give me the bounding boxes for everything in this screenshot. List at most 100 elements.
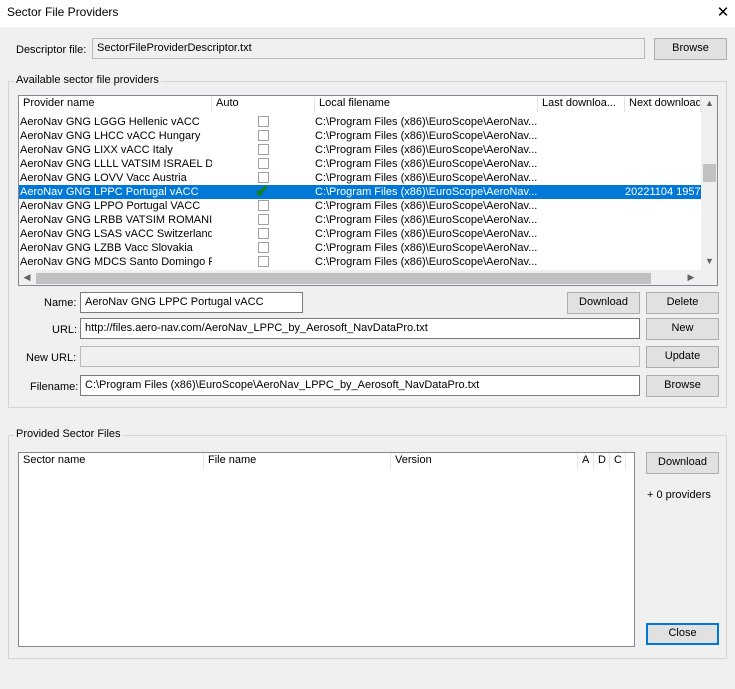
window-title: Sector File Providers [7, 5, 119, 19]
row-local-filename: C:\Program Files (x86)\EuroScope\AeroNav… [315, 130, 537, 142]
table-row[interactable]: AeroNav GNG LOVV Vacc Austria C:\Program … [19, 171, 701, 185]
row-next-download [625, 199, 701, 213]
auto-checkbox[interactable] [258, 130, 269, 141]
auto-checkbox[interactable] [258, 242, 269, 253]
scroll-down-icon[interactable]: ▼ [701, 256, 717, 266]
table-row[interactable]: AeroNav GNG LPPC Portugal vACC C:\Program… [19, 183, 701, 200]
row-last-download [539, 115, 624, 129]
close-icon[interactable]: ✕ [713, 3, 733, 23]
providers-rows: AeroNav GNG LGGG Hellenic vACC C:\Program… [19, 115, 701, 270]
row-next-download [625, 255, 701, 269]
row-provider-name: AeroNav GNG LGGG Hellenic vACC [20, 116, 200, 128]
descriptor-field: SectorFileProviderDescriptor.txt [92, 38, 645, 59]
row-next-download [625, 143, 701, 157]
row-last-download [539, 129, 624, 143]
auto-checkbox[interactable] [258, 116, 269, 127]
row-local-filename: C:\Program Files (x86)\EuroScope\AeroNav… [315, 172, 537, 184]
row-local-filename: C:\Program Files (x86)\EuroScope\AeroNav… [315, 256, 537, 268]
table-row[interactable]: AeroNav GNG LPPO Portugal VACC C:\Program… [19, 199, 701, 213]
auto-checkbox[interactable] [258, 158, 269, 169]
filename-browse-button[interactable]: Browse [646, 375, 719, 397]
column-next-download[interactable]: Next download [625, 96, 701, 112]
column-d[interactable]: D [594, 453, 610, 469]
table-row[interactable]: AeroNav GNG LZBB Vacc Slovakia C:\Program… [19, 241, 701, 255]
close-button[interactable]: Close [646, 623, 719, 645]
auto-checkbox[interactable] [258, 214, 269, 225]
row-provider-name: AeroNav GNG MDCS Santo Domingo FIR [20, 256, 212, 268]
column-version[interactable]: Version [391, 453, 578, 469]
auto-checkbox[interactable] [258, 228, 269, 239]
table-row[interactable]: AeroNav GNG LRBB VATSIM ROMANIA C:\Progra… [19, 213, 701, 227]
url-field[interactable]: http://files.aero-nav.com/AeroNav_LPPC_b… [80, 318, 640, 339]
row-local-filename: C:\Program Files (x86)\EuroScope\AeroNav… [315, 144, 537, 156]
name-label: Name: [44, 297, 77, 309]
row-last-download [539, 213, 624, 227]
table-row[interactable]: AeroNav GNG MDCS Santo Domingo FIR C:\Pro… [19, 255, 701, 269]
descriptor-browse-button[interactable]: Browse [654, 38, 727, 60]
scroll-left-icon[interactable]: ◀ [21, 272, 33, 283]
row-local-filename: C:\Program Files (x86)\EuroScope\AeroNav… [315, 242, 537, 254]
providers-hscrollbar[interactable]: ◀ ▶ [19, 270, 717, 285]
auto-checkbox-checked[interactable]: ✔ [255, 183, 269, 200]
row-local-filename: C:\Program Files (x86)\EuroScope\AeroNav… [315, 214, 537, 226]
auto-checkbox[interactable] [258, 256, 269, 267]
column-provider-name[interactable]: Provider name [19, 96, 212, 112]
row-last-download [539, 227, 624, 241]
column-auto[interactable]: Auto [212, 96, 315, 112]
row-last-download [539, 199, 624, 213]
row-provider-name: AeroNav GNG LSAS vACC Switzerland [20, 228, 212, 240]
providers-vscrollbar[interactable]: ▲ ▼ [701, 96, 717, 270]
row-last-download [539, 255, 624, 269]
row-provider-name: AeroNav GNG LPPC Portugal vACC [20, 186, 199, 198]
update-button[interactable]: Update [646, 346, 719, 368]
descriptor-label: Descriptor file: [16, 44, 87, 56]
row-next-download [625, 171, 701, 185]
row-provider-name: AeroNav GNG LIXX vACC Italy [20, 144, 173, 156]
row-last-download [539, 171, 624, 185]
row-local-filename: C:\Program Files (x86)\EuroScope\AeroNav… [315, 116, 537, 128]
table-row[interactable]: AeroNav GNG LIXX vACC Italy C:\Program Fi… [19, 143, 701, 157]
row-provider-name: AeroNav GNG LLLL VATSIM ISRAEL Di... [20, 158, 212, 170]
name-field[interactable]: AeroNav GNG LPPC Portugal vACC [80, 292, 303, 313]
row-last-download [539, 185, 624, 199]
auto-checkbox[interactable] [258, 200, 269, 211]
newurl-field [80, 346, 640, 367]
row-next-download [625, 241, 701, 255]
sector-files-table[interactable]: Sector name File name Version A D C [18, 452, 635, 647]
column-local-filename[interactable]: Local filename [315, 96, 538, 112]
row-next-download [625, 115, 701, 129]
table-row[interactable]: AeroNav GNG LLLL VATSIM ISRAEL Di... C:\P… [19, 157, 701, 171]
providers-table[interactable]: Provider name Auto Local filename Last d… [18, 95, 718, 286]
row-next-download: 20221104 1957 [625, 186, 701, 198]
providers-count: + 0 providers [647, 489, 711, 501]
new-button[interactable]: New [646, 318, 719, 340]
column-a[interactable]: A [578, 453, 594, 469]
scroll-up-icon[interactable]: ▲ [701, 98, 717, 108]
table-row[interactable]: AeroNav GNG LHCC vACC Hungary C:\Program … [19, 129, 701, 143]
filename-field[interactable]: C:\Program Files (x86)\EuroScope\AeroNav… [80, 375, 640, 396]
row-provider-name: AeroNav GNG LRBB VATSIM ROMANIA [20, 214, 212, 226]
hscroll-thumb[interactable] [36, 273, 651, 284]
row-next-download [625, 129, 701, 143]
scroll-right-icon[interactable]: ▶ [685, 272, 697, 283]
delete-button[interactable]: Delete [646, 292, 719, 314]
row-next-download [625, 227, 701, 241]
row-next-download [625, 213, 701, 227]
providers-group-title: Available sector file providers [14, 74, 161, 86]
table-row[interactable]: AeroNav GNG LGGG Hellenic vACC C:\Program… [19, 115, 701, 129]
row-last-download [539, 157, 624, 171]
row-next-download [625, 157, 701, 171]
sector-download-button[interactable]: Download [646, 452, 719, 474]
row-provider-name: AeroNav GNG LOVV Vacc Austria [20, 172, 187, 184]
newurl-label: New URL: [26, 352, 77, 364]
row-last-download [539, 241, 624, 255]
column-c[interactable]: C [610, 453, 626, 469]
table-row[interactable]: AeroNav GNG LSAS vACC Switzerland C:\Prog… [19, 227, 701, 241]
vscroll-thumb[interactable] [703, 164, 716, 182]
column-file-name[interactable]: File name [204, 453, 391, 469]
row-last-download [539, 143, 624, 157]
column-sector-name[interactable]: Sector name [19, 453, 204, 469]
provider-download-button[interactable]: Download [567, 292, 640, 314]
column-last-download[interactable]: Last downloa... [538, 96, 625, 112]
auto-checkbox[interactable] [258, 144, 269, 155]
